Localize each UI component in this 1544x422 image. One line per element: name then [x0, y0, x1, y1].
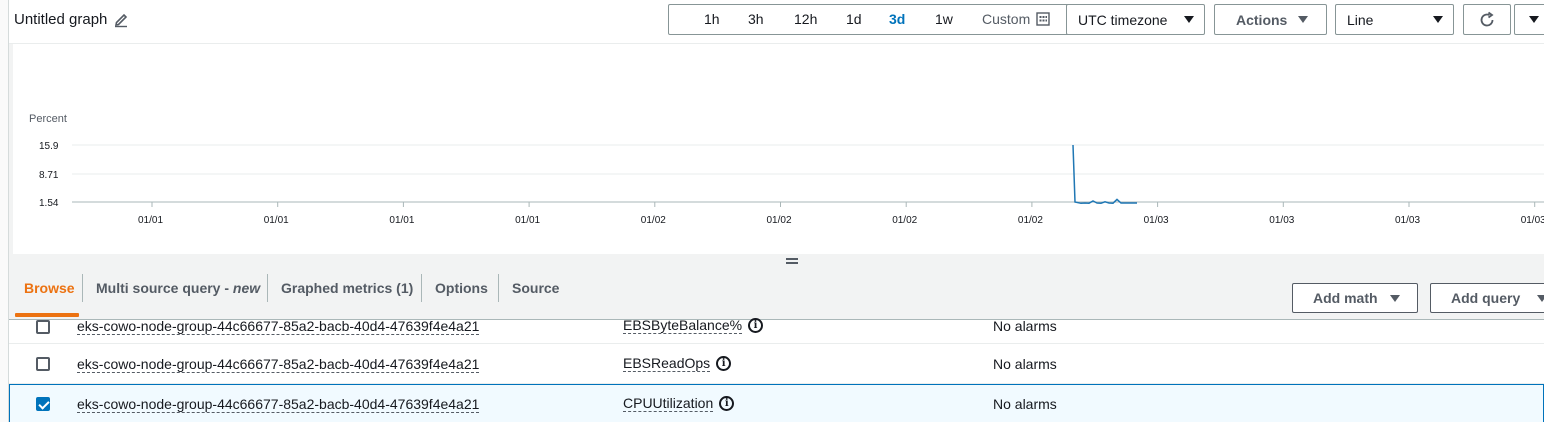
table-row-selected[interactable]: eks-cowo-node-group-44c66677-85a2-bacb-4…: [9, 384, 1544, 422]
y-axis-label: Percent: [29, 113, 67, 125]
row-checkbox-checked[interactable]: [36, 397, 50, 411]
actions-label: Actions: [1236, 11, 1288, 28]
caret-down-icon: [1433, 16, 1443, 23]
chart-type-label: Line: [1347, 11, 1374, 28]
custom-range-button[interactable]: Custom: [982, 11, 1050, 27]
tab-browse[interactable]: Browse: [24, 280, 75, 296]
table-row[interactable]: eks-cowo-node-group-44c66677-85a2-bacb-4…: [9, 344, 1544, 384]
tab-multi-source-label: Multi source query -: [96, 280, 233, 296]
range-1h[interactable]: 1h: [704, 11, 720, 27]
x-tick-label: 01/01: [138, 215, 163, 226]
range-3d[interactable]: 3d: [889, 11, 905, 27]
row-checkbox[interactable]: [36, 357, 50, 371]
tab-multi-source-query[interactable]: Multi source query - new: [96, 280, 260, 296]
x-tick-label: 01/01: [389, 215, 414, 226]
tab-source[interactable]: Source: [512, 280, 559, 296]
info-icon[interactable]: i: [719, 396, 735, 411]
metric-cell: EBSByteBalance% i: [623, 317, 764, 334]
y-tick-label: 8.71: [39, 170, 59, 181]
alarm-status: No alarms: [993, 318, 1057, 334]
row-checkbox[interactable]: [36, 320, 50, 334]
info-icon[interactable]: i: [748, 318, 764, 333]
x-tick-label: 01/03: [1521, 215, 1544, 226]
new-badge: new: [232, 280, 261, 296]
custom-label: Custom: [982, 11, 1031, 27]
range-3h[interactable]: 3h: [748, 11, 764, 27]
metric-cell: EBSReadOps i: [623, 355, 732, 372]
pencil-icon[interactable]: [113, 12, 129, 28]
left-rule: [0, 0, 9, 422]
y-tick-label: 1.54: [39, 198, 59, 209]
metric-cell: CPUUtilization i: [623, 395, 735, 412]
range-1w[interactable]: 1w: [935, 11, 953, 27]
metric-name[interactable]: EBSReadOps: [623, 355, 711, 372]
actions-button[interactable]: Actions: [1214, 4, 1327, 35]
x-tick-label: 01/01: [264, 215, 289, 226]
calendar-icon: [1036, 12, 1050, 26]
node-group-link[interactable]: eks-cowo-node-group-44c66677-85a2-bacb-4…: [77, 318, 480, 335]
range-1d[interactable]: 1d: [846, 11, 862, 27]
refresh-icon: [1480, 11, 1494, 26]
graph-title-text: Untitled graph: [14, 11, 108, 28]
timezone-select[interactable]: UTC timezone: [1066, 4, 1205, 35]
x-tick-label: 01/02: [892, 215, 917, 226]
panel-splitter[interactable]: [9, 254, 1544, 266]
alarm-status: No alarms: [993, 396, 1057, 412]
caret-down-icon: [1184, 16, 1194, 23]
graph-header: Untitled graph 1h 3h 12h 1d 3d 1w Custom: [9, 0, 1544, 44]
graph-title[interactable]: Untitled graph: [14, 11, 129, 28]
metric-name[interactable]: CPUUtilization: [623, 395, 714, 412]
caret-down-icon: [1529, 16, 1539, 23]
timezone-label: UTC timezone: [1078, 11, 1168, 28]
chart-panel: Percent 15.9 8.71 1.54 01/01 01/01 01/01 01/01 0…: [13, 44, 1544, 254]
chart-type-select[interactable]: Line: [1335, 4, 1454, 35]
x-tick-label: 01/02: [1018, 215, 1043, 226]
alarm-status: No alarms: [993, 356, 1057, 372]
node-group-link[interactable]: eks-cowo-node-group-44c66677-85a2-bacb-4…: [77, 356, 480, 373]
tab-options[interactable]: Options: [435, 280, 488, 296]
tab-graphed-metrics[interactable]: Graphed metrics (1): [281, 280, 413, 296]
chart-container: Percent 15.9 8.71 1.54 01/01 01/01 01/01 01/01 0…: [9, 44, 1544, 254]
info-icon[interactable]: i: [716, 356, 732, 371]
x-tick-label: 01/02: [767, 215, 792, 226]
line-chart: Percent 15.9 8.71 1.54 01/01 01/01 01/01 01/01 0…: [29, 113, 1544, 226]
table-row[interactable]: eks-cowo-node-group-44c66677-85a2-bacb-4…: [9, 304, 1544, 344]
drag-handle-icon[interactable]: [786, 258, 798, 264]
time-range-group: 1h 3h 12h 1d 3d 1w Custom: [668, 4, 1075, 35]
refresh-button[interactable]: [1463, 4, 1511, 35]
x-tick-label: 01/03: [1395, 215, 1420, 226]
caret-down-icon: [1298, 16, 1308, 23]
caret-down-icon: [1390, 295, 1400, 302]
metric-name[interactable]: EBSByteBalance%: [623, 317, 743, 334]
x-tick-label: 01/03: [1144, 215, 1169, 226]
refresh-options-button[interactable]: [1514, 4, 1544, 35]
x-tick-label: 01/03: [1269, 215, 1294, 226]
x-tick-label: 01/02: [641, 215, 666, 226]
range-12h[interactable]: 12h: [794, 11, 817, 27]
caret-down-icon: [1537, 295, 1544, 302]
metrics-table: eks-cowo-node-group-44c66677-85a2-bacb-4…: [9, 317, 1544, 422]
x-tick-label: 01/01: [515, 215, 540, 226]
node-group-link[interactable]: eks-cowo-node-group-44c66677-85a2-bacb-4…: [77, 396, 480, 413]
y-tick-label: 15.9: [39, 141, 59, 152]
